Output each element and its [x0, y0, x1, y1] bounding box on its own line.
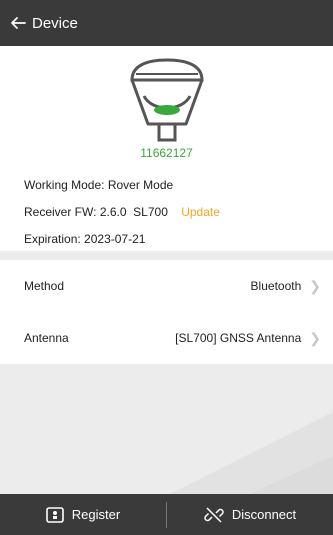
gnss-receiver-icon — [130, 58, 204, 142]
device-serial: 11662127 — [140, 146, 193, 160]
section-divider — [0, 251, 333, 260]
chevron-right-icon: ❯ — [309, 329, 321, 346]
antenna-value: [SL700] GNSS Antenna — [175, 331, 302, 345]
disconnect-link-icon — [204, 506, 224, 523]
receiver-fw-value: 2.6.0 SL700 — [99, 205, 168, 219]
register-icon — [45, 506, 64, 523]
update-link[interactable]: Update — [181, 205, 220, 219]
register-button[interactable]: Register — [0, 506, 166, 523]
page-title: Device — [32, 14, 78, 32]
method-row[interactable]: Method Bluetooth ❯ — [0, 260, 333, 312]
working-mode-label: Working Mode: — [24, 178, 105, 192]
receiver-fw-line: Receiver FW: 2.6.0 SL700 Update — [24, 205, 220, 219]
device-summary: 11662127 — [0, 46, 333, 164]
antenna-row[interactable]: Antenna [SL700] GNSS Antenna ❯ — [0, 312, 333, 364]
expiration-line: Expiration: 2023-07-21 — [24, 232, 145, 246]
working-mode-value: Rover Mode — [107, 178, 174, 192]
expiration-value: 2023-07-21 — [84, 232, 146, 246]
bottom-bar: Register Disconnect — [0, 494, 333, 535]
watermark-shape — [170, 412, 333, 494]
watermark-area — [0, 364, 333, 494]
receiver-fw-label: Receiver FW: — [24, 205, 97, 219]
antenna-label: Antenna — [24, 331, 69, 345]
chevron-right-icon: ❯ — [309, 277, 321, 294]
disconnect-label: Disconnect — [231, 507, 297, 522]
disconnect-button[interactable]: Disconnect — [167, 505, 333, 525]
working-mode-line: Working Mode: Rover Mode — [24, 178, 173, 192]
register-label: Register — [71, 507, 121, 522]
method-value: Bluetooth — [250, 279, 302, 293]
top-bar: Device — [0, 0, 333, 46]
method-label: Method — [24, 279, 65, 293]
expiration-label: Expiration: — [24, 232, 81, 246]
back-arrow-icon[interactable] — [8, 13, 28, 33]
